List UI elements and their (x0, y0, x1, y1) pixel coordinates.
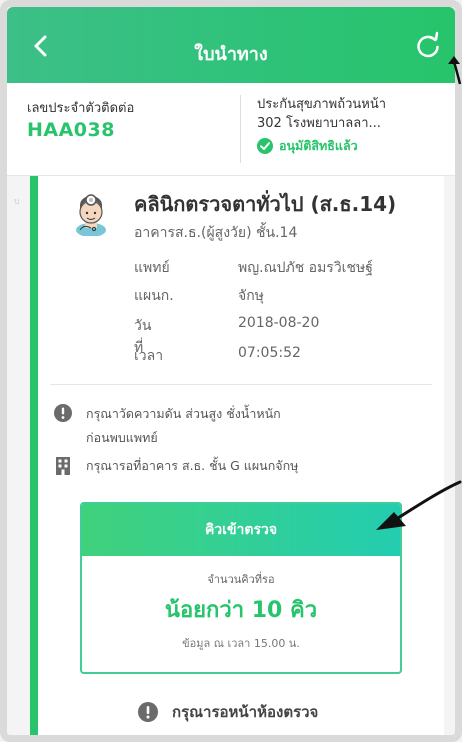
alert-icon (54, 404, 72, 422)
detail-value: จักษุ (238, 288, 264, 304)
app-header: ใบนำทาง (7, 7, 455, 83)
divider (50, 384, 432, 385)
contact-code: HAA038 (27, 119, 115, 141)
approved-text: อนุมัติสิทธิแล้ว (279, 138, 358, 153)
annotation-arrow-icon (376, 480, 462, 530)
queue-updated-time: ข้อมูล ณ เวลา 15.00 น. (182, 637, 300, 650)
check-circle-icon (257, 138, 273, 154)
appointment-card: คลินิกตรวจตาทั่วไป (ส.ธ.14) อาคารส.ธ.(ผู… (30, 176, 444, 742)
detail-value: 07:05:52 (238, 345, 301, 361)
queue-box: คิวเข้าตรวจ จำนวนคิวที่รอ น้อยกว่า 10 คิ… (80, 502, 402, 674)
doctor-avatar-icon (76, 194, 106, 236)
note-wait-location: กรุณารอที่อาคาร ส.ธ. ชั้น G แผนกจักษุ (86, 458, 299, 473)
building-location: อาคารส.ธ.(ผู้สูงวัย) ชั้น.14 (134, 225, 298, 241)
building-icon (56, 457, 70, 475)
hospital-name: 302 โรงพยาบาลลา... (257, 116, 381, 131)
approved-status: อนุมัติสิทธิแล้ว (257, 136, 358, 156)
contact-label: เลขประจำตัวติดต่อ (27, 101, 135, 116)
clinic-name: คลินิกตรวจตาทั่วไป (ส.ธ.14) (134, 192, 397, 216)
refresh-icon (417, 31, 439, 58)
info-divider (240, 95, 241, 163)
wait-instruction: กรุณารอหน้าห้องตรวจ (138, 700, 318, 724)
wait-instruction-text: กรุณารอหน้าห้องตรวจ (172, 703, 319, 721)
page-title: ใบนำทาง (194, 44, 268, 65)
note-measure-vitals: กรุณาวัดความดัน ส่วนสูง ชั่งน้ำหนัก (86, 406, 281, 421)
queue-header: คิวเข้าตรวจ (82, 504, 400, 556)
detail-label: แพทย์ (134, 260, 170, 276)
annotation-arrow-icon (448, 56, 462, 85)
refresh-button[interactable] (413, 31, 443, 61)
detail-value: 2018-08-20 (238, 315, 320, 331)
alert-icon (138, 702, 158, 722)
queue-waiting-label: จำนวนคิวที่รอ (207, 573, 275, 586)
info-bar: เลขประจำตัวติดต่อ HAA038 ประกันสุขภาพถ้ว… (7, 83, 455, 176)
queue-count: น้อยกว่า 10 คิว (164, 598, 318, 623)
faded-tab-indicator: บ (14, 197, 20, 207)
insurance-type: ประกันสุขภาพถ้วนหน้า (257, 97, 387, 112)
detail-label: เวลา (134, 348, 164, 364)
detail-label: แผนก. (134, 288, 174, 304)
detail-value: พญ.ณปภัช อมรวิเชษฐ์ (238, 260, 373, 276)
note-measure-vitals-cont: ก่อนพบแพทย์ (86, 430, 158, 445)
